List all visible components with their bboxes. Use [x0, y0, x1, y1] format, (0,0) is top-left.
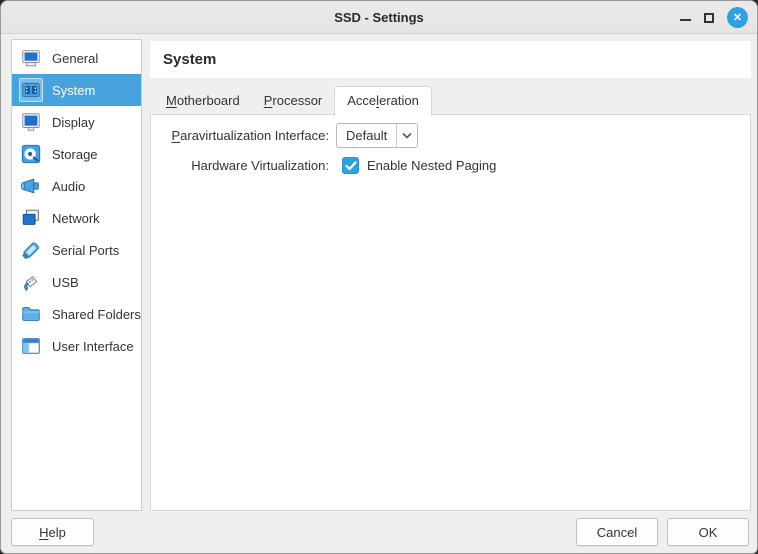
sidebar-item-shared-folders[interactable]: Shared Folders	[12, 298, 141, 330]
nested-paging-checkbox[interactable]	[342, 157, 359, 174]
sidebar-item-label: Storage	[52, 147, 98, 162]
paravirtualization-label: Paravirtualization Interface:	[151, 128, 329, 143]
general-icon	[19, 46, 43, 70]
window-controls: ✕	[680, 1, 748, 34]
sidebar-item-label: Audio	[52, 179, 85, 194]
sidebar-item-display[interactable]: Display	[12, 106, 141, 138]
tab-acceleration[interactable]: Acceleration	[334, 86, 432, 116]
network-icon	[19, 206, 43, 230]
tab-bar: Motherboard Processor Acceleration	[154, 86, 432, 116]
sidebar-item-general[interactable]: General	[12, 42, 141, 74]
system-icon	[19, 78, 43, 102]
sidebar-item-label: USB	[52, 275, 79, 290]
sidebar-item-label: General	[52, 51, 98, 66]
paravirtualization-select[interactable]: Default	[336, 123, 418, 148]
sidebar-item-usb[interactable]: USB	[12, 266, 141, 298]
sidebar-item-label: Shared Folders	[52, 307, 141, 322]
display-icon	[19, 110, 43, 134]
usb-icon	[19, 270, 43, 294]
sidebar-item-storage[interactable]: Storage	[12, 138, 141, 170]
paravirtualization-row: Paravirtualization Interface: Default	[151, 123, 750, 148]
hardware-virtualization-label: Hardware Virtualization:	[151, 158, 329, 173]
sidebar-item-label: User Interface	[52, 339, 134, 354]
nested-paging-label: Enable Nested Paging	[367, 158, 496, 173]
shared-folders-icon	[19, 302, 43, 326]
sidebar-item-label: Network	[52, 211, 100, 226]
sidebar-item-user-interface[interactable]: User Interface	[12, 330, 141, 362]
ok-button[interactable]: OK	[667, 518, 749, 546]
paravirtualization-value: Default	[337, 128, 396, 143]
audio-icon	[19, 174, 43, 198]
sidebar-item-label: Serial Ports	[52, 243, 119, 258]
sidebar-item-audio[interactable]: Audio	[12, 170, 141, 202]
settings-window: SSD - Settings ✕ General System Display	[0, 0, 758, 554]
checkmark-icon	[345, 161, 357, 171]
acceleration-panel: Paravirtualization Interface: Default Ha…	[150, 114, 751, 511]
storage-icon	[19, 142, 43, 166]
tab-processor[interactable]: Processor	[252, 86, 335, 115]
user-interface-icon	[19, 334, 43, 358]
tab-motherboard[interactable]: Motherboard	[154, 86, 252, 115]
hardware-virtualization-row: Hardware Virtualization: Enable Nested P…	[151, 157, 750, 174]
page-header: System	[150, 41, 751, 78]
sidebar-item-system[interactable]: System	[12, 74, 141, 106]
window-title: SSD - Settings	[334, 10, 424, 25]
help-button[interactable]: Help	[11, 518, 94, 546]
sidebar-item-label: System	[52, 83, 95, 98]
serial-ports-icon	[19, 238, 43, 262]
sidebar-item-serial-ports[interactable]: Serial Ports	[12, 234, 141, 266]
sidebar-item-network[interactable]: Network	[12, 202, 141, 234]
title-bar: SSD - Settings ✕	[1, 1, 757, 34]
chevron-down-icon	[396, 124, 417, 147]
sidebar-item-label: Display	[52, 115, 95, 130]
settings-sidebar: General System Display Storage Audio	[11, 39, 142, 511]
cancel-button[interactable]: Cancel	[576, 518, 658, 546]
maximize-icon[interactable]	[704, 13, 714, 23]
minimize-icon[interactable]	[680, 12, 691, 23]
close-icon[interactable]: ✕	[727, 7, 748, 28]
page-title: System	[163, 51, 216, 68]
